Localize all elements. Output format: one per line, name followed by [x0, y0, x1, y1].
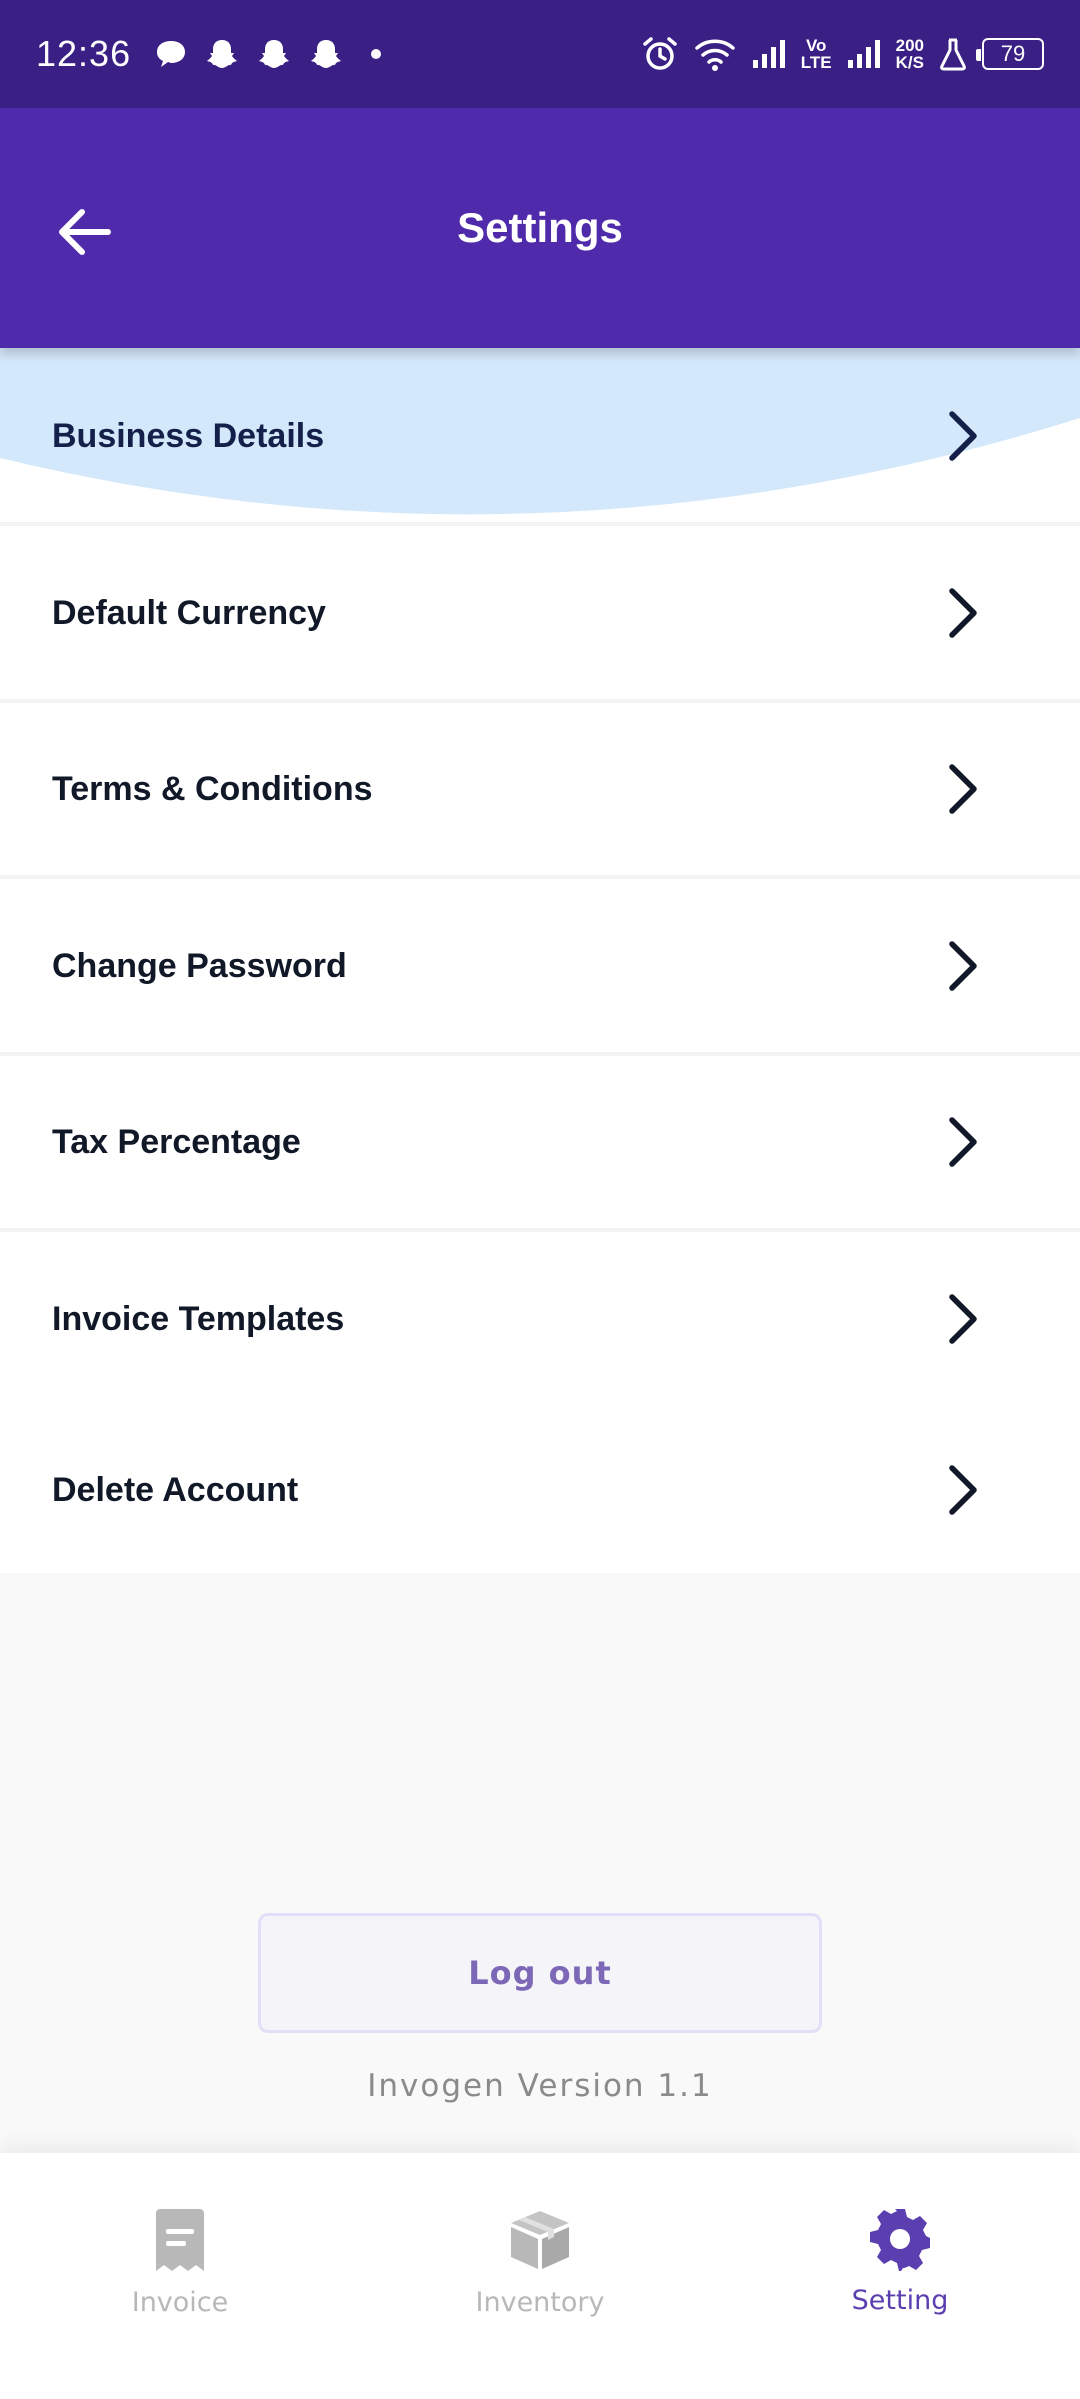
- notification-icons: [155, 37, 391, 71]
- volte-indicator: Vo LTE: [801, 37, 832, 71]
- settings-list: Business Details Default Currency Terms …: [0, 348, 1080, 1573]
- chevron-right-icon: [949, 1465, 977, 1515]
- settings-item-delete-account[interactable]: Delete Account: [0, 1402, 1080, 1573]
- wifi-icon: [695, 39, 735, 71]
- battery-level: 79: [1000, 41, 1026, 66]
- app-version: Invogen Version 1.1: [367, 2068, 713, 2104]
- status-time: 12:36: [36, 33, 132, 74]
- signal-icon: [847, 40, 880, 68]
- volte-top-text: Vo: [805, 36, 827, 55]
- settings-item-label: Invoice Templates: [52, 1299, 345, 1338]
- settings-item-tax-percentage[interactable]: Tax Percentage: [0, 1054, 1080, 1230]
- network-speed-value: 200: [895, 36, 924, 55]
- settings-item-invoice-templates[interactable]: Invoice Templates: [0, 1231, 1080, 1407]
- settings-item-label: Delete Account: [52, 1470, 299, 1509]
- settings-item-label: Tax Percentage: [52, 1122, 301, 1161]
- settings-item-label: Business Details: [52, 416, 325, 455]
- signal-icon: [752, 40, 785, 68]
- bottom-nav: Invoice Inventory Setting: [0, 2153, 1080, 2399]
- logout-button[interactable]: Log out: [258, 1913, 822, 2033]
- chevron-right-icon: [949, 1294, 977, 1344]
- settings-item-terms-conditions[interactable]: Terms & Conditions: [0, 701, 1080, 877]
- box-icon: [511, 2211, 569, 2269]
- alarm-icon: [643, 37, 677, 70]
- settings-item-label: Terms & Conditions: [52, 769, 373, 808]
- settings-item-default-currency[interactable]: Default Currency: [0, 525, 1080, 701]
- nav-item-inventory[interactable]: Inventory: [360, 2153, 720, 2399]
- snapchat-icon: [311, 40, 342, 68]
- nav-label: Inventory: [475, 2287, 605, 2318]
- network-speed-unit: K/S: [895, 53, 924, 72]
- back-button[interactable]: [48, 196, 120, 268]
- app-bar: Settings: [0, 108, 1080, 348]
- dot-icon: [371, 49, 382, 59]
- chevron-right-icon: [949, 411, 977, 461]
- battery-indicator: 79: [976, 38, 1044, 70]
- chevron-right-icon: [949, 1117, 977, 1167]
- snapchat-icon: [259, 40, 290, 68]
- nav-label: Setting: [851, 2285, 949, 2316]
- nav-label: Invoice: [131, 2287, 229, 2318]
- page-title: Settings: [457, 204, 623, 251]
- gear-icon: [870, 2209, 930, 2271]
- chevron-right-icon: [949, 941, 977, 991]
- network-speed: 200 K/S: [896, 37, 924, 71]
- settings-item-business-details[interactable]: Business Details: [0, 348, 1080, 524]
- volte-bottom-text: LTE: [800, 53, 832, 72]
- chat-bubble-icon: [157, 41, 186, 67]
- status-bar: 12:36 Vo LTE 200 K/S 79: [0, 0, 1080, 108]
- nav-item-setting[interactable]: Setting: [720, 2153, 1080, 2399]
- settings-item-change-password[interactable]: Change Password: [0, 878, 1080, 1054]
- chevron-right-icon: [949, 588, 977, 638]
- flask-icon: [940, 38, 966, 71]
- snapchat-icon: [207, 40, 238, 68]
- nav-item-invoice[interactable]: Invoice: [0, 2153, 360, 2399]
- settings-item-label: Default Currency: [52, 593, 326, 632]
- system-icons: Vo LTE 200 K/S 79: [641, 35, 1044, 73]
- settings-item-label: Change Password: [52, 946, 347, 985]
- chevron-right-icon: [949, 764, 977, 814]
- receipt-icon: [156, 2209, 204, 2271]
- arrow-left-icon: [59, 209, 111, 255]
